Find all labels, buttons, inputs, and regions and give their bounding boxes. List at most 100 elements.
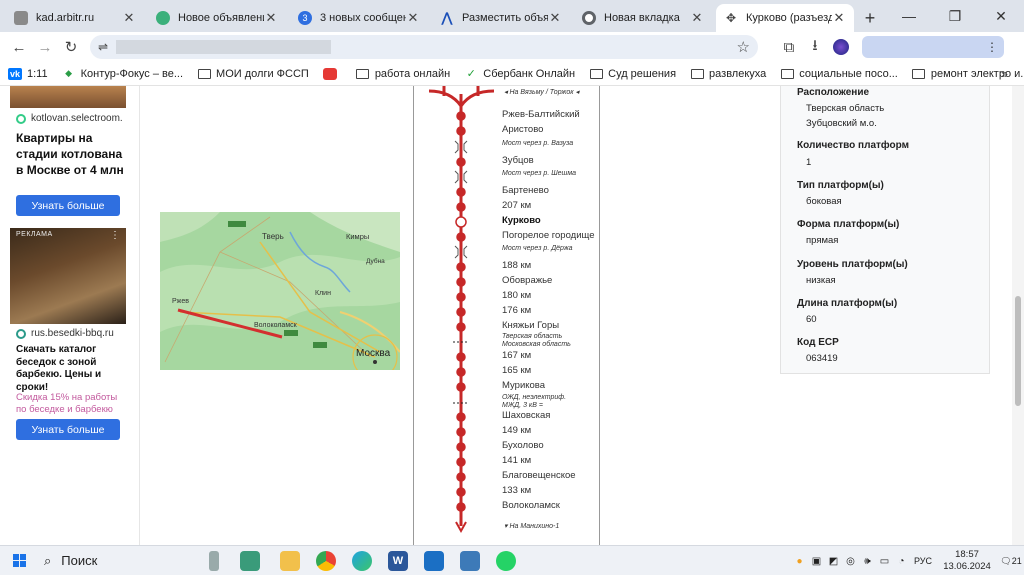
close-tab-icon[interactable]: ✕ [122, 10, 136, 26]
download-icon[interactable]: ⭳ [802, 34, 828, 60]
ad-promo[interactable]: Скидка 15% на работы по беседке и барбек… [16, 392, 128, 415]
restore-button[interactable]: ❐ [932, 0, 978, 32]
station-marker[interactable] [456, 202, 466, 212]
station-marker[interactable] [456, 352, 466, 362]
ad-headline[interactable]: Квартиры на стадии котлована в Москве от… [16, 130, 126, 178]
station-marker[interactable] [456, 111, 466, 121]
station-marker[interactable] [456, 472, 466, 482]
app-tray-icon[interactable]: ◩ [825, 556, 842, 567]
scheme-item-24[interactable]: Бухолово [502, 440, 544, 451]
bookmarks-more-icon[interactable]: » [1001, 66, 1008, 81]
station-marker[interactable] [456, 322, 466, 332]
tab-kurkovo[interactable]: ✥ Курково (разъезд) - ✕ [716, 4, 854, 32]
taskbar-app-edge[interactable] [344, 546, 380, 575]
station-marker[interactable] [456, 126, 466, 136]
ad-image-gazebo[interactable]: РЕКЛАМА ⋮ [10, 228, 126, 324]
taskbar-app-explorer[interactable] [272, 546, 308, 575]
bookmark-red[interactable] [322, 67, 342, 80]
tab-post-listing[interactable]: ⋀ Разместить объявле ✕ [432, 4, 570, 32]
bookmark-kontur[interactable]: ◆ Контур-Фокус – ве... [62, 68, 183, 80]
back-button[interactable]: ← [6, 34, 32, 60]
station-marker[interactable] [456, 427, 466, 437]
taskbar-app-chrome[interactable] [308, 546, 344, 575]
station-marker[interactable] [456, 307, 466, 317]
tab-messages[interactable]: 3 3 новых сообщения ✕ [290, 4, 428, 32]
ad-learn-more-button[interactable]: Узнать больше [16, 195, 120, 216]
ad-domain[interactable]: rus.besedki-bbq.ru [16, 328, 114, 339]
taskbar-clock[interactable]: 18:57 13.06.2024 [936, 549, 998, 573]
address-bar[interactable]: ⇌ ☆ [90, 35, 758, 59]
scheme-item-17[interactable]: 167 км [502, 350, 531, 361]
bookmark-social[interactable]: социальные посо... [780, 68, 898, 80]
scheme-item-7[interactable]: Курково [502, 215, 541, 226]
bookmark-fssp[interactable]: МОИ долги ФССП [197, 68, 309, 80]
ad-headline[interactable]: Скачать каталог беседок с зоной барбекю.… [16, 344, 128, 394]
scheme-item-13[interactable]: 176 км [502, 305, 531, 316]
ad-domain[interactable]: kotlovan.selectroom. [16, 113, 123, 124]
taskbar-app-whatsapp[interactable] [488, 546, 524, 575]
battery-icon[interactable]: ▭ [876, 556, 893, 567]
taskbar-app-widgets[interactable] [196, 546, 232, 575]
close-tab-icon[interactable]: ✕ [690, 10, 704, 26]
forward-button[interactable]: → [32, 34, 58, 60]
bookmark-star-icon[interactable]: ☆ [737, 38, 750, 56]
bookmark-sber[interactable]: ✓ Сбербанк Онлайн [464, 68, 575, 81]
scheme-item-14[interactable]: Княжьи Горы [502, 320, 559, 331]
yandex-disk-icon[interactable]: ● [791, 556, 808, 567]
station-marker[interactable] [456, 457, 466, 467]
antivirus-icon[interactable]: ◎ [842, 556, 859, 567]
network-icon[interactable]: ◔ [893, 556, 910, 567]
station-marker[interactable] [456, 367, 466, 377]
scheme-item-3[interactable]: Зубцов [502, 155, 534, 166]
close-tab-icon[interactable]: ✕ [406, 10, 420, 26]
station-marker[interactable] [456, 442, 466, 452]
volume-icon[interactable]: 🕪 [859, 556, 876, 567]
monitor-icon[interactable]: ▣ [808, 556, 825, 567]
station-marker[interactable] [456, 412, 466, 422]
menu-dots-icon[interactable]: ⋮ [986, 40, 998, 54]
route-map[interactable]: Тверь Кимры Дубна Клин Ржев Волоколамск … [160, 212, 400, 370]
profile-menu[interactable]: ⋮ [862, 36, 1004, 58]
scheme-item-27[interactable]: 133 км [502, 485, 531, 496]
taskbar-app-remote[interactable] [452, 546, 488, 575]
language-indicator[interactable]: РУС [914, 556, 932, 566]
station-marker[interactable] [456, 262, 466, 272]
station-marker[interactable] [456, 292, 466, 302]
scheme-item-6[interactable]: 207 км [502, 200, 531, 211]
taskbar-search[interactable]: ⌕ Поиск [38, 549, 196, 573]
profile-avatar-icon[interactable] [828, 34, 854, 60]
tab-new-listing[interactable]: Новое объявление - ✕ [148, 4, 286, 32]
taskbar-app-maps[interactable] [232, 546, 268, 575]
scheme-item-1[interactable]: Аристово [502, 124, 543, 135]
taskbar-app-photos[interactable] [416, 546, 452, 575]
minimize-button[interactable]: — [886, 0, 932, 32]
bookmark-court[interactable]: Суд решения [589, 68, 676, 80]
station-marker[interactable] [456, 277, 466, 287]
start-button[interactable] [4, 546, 34, 575]
scheme-item-23[interactable]: 149 км [502, 425, 531, 436]
close-tab-icon[interactable]: ✕ [548, 10, 562, 26]
scheme-item-0[interactable]: Ржев-Балтийский [502, 109, 580, 120]
extensions-icon[interactable]: ⧉ [776, 34, 802, 60]
page-scrollbar[interactable] [1012, 86, 1024, 545]
bookmark-work[interactable]: работа онлайн [356, 68, 450, 80]
scheme-item-26[interactable]: Благовещенское [502, 470, 576, 481]
close-tab-icon[interactable]: ✕ [264, 10, 278, 26]
reload-button[interactable]: ↻ [58, 34, 84, 60]
station-marker[interactable] [456, 487, 466, 497]
scheme-item-28[interactable]: Волоколамск [502, 500, 560, 511]
scheme-item-12[interactable]: 180 км [502, 290, 531, 301]
station-marker[interactable] [456, 187, 466, 197]
scheme-item-8[interactable]: Погорелое городище [502, 230, 595, 241]
scheme-item-5[interactable]: Бартенево [502, 185, 549, 196]
notification-center[interactable]: 🗨21 [998, 556, 1024, 567]
bookmark-vk[interactable]: vk 1:11 [8, 67, 48, 80]
scheme-item-10[interactable]: 188 км [502, 260, 531, 271]
scrollbar-thumb[interactable] [1015, 296, 1021, 406]
station-marker[interactable] [456, 502, 466, 512]
scheme-item-18[interactable]: 165 км [502, 365, 531, 376]
tab-new-tab[interactable]: Новая вкладка ✕ [574, 4, 712, 32]
close-window-button[interactable]: ✕ [978, 0, 1024, 32]
close-tab-icon[interactable]: ✕ [832, 10, 846, 26]
station-marker[interactable] [456, 157, 466, 167]
